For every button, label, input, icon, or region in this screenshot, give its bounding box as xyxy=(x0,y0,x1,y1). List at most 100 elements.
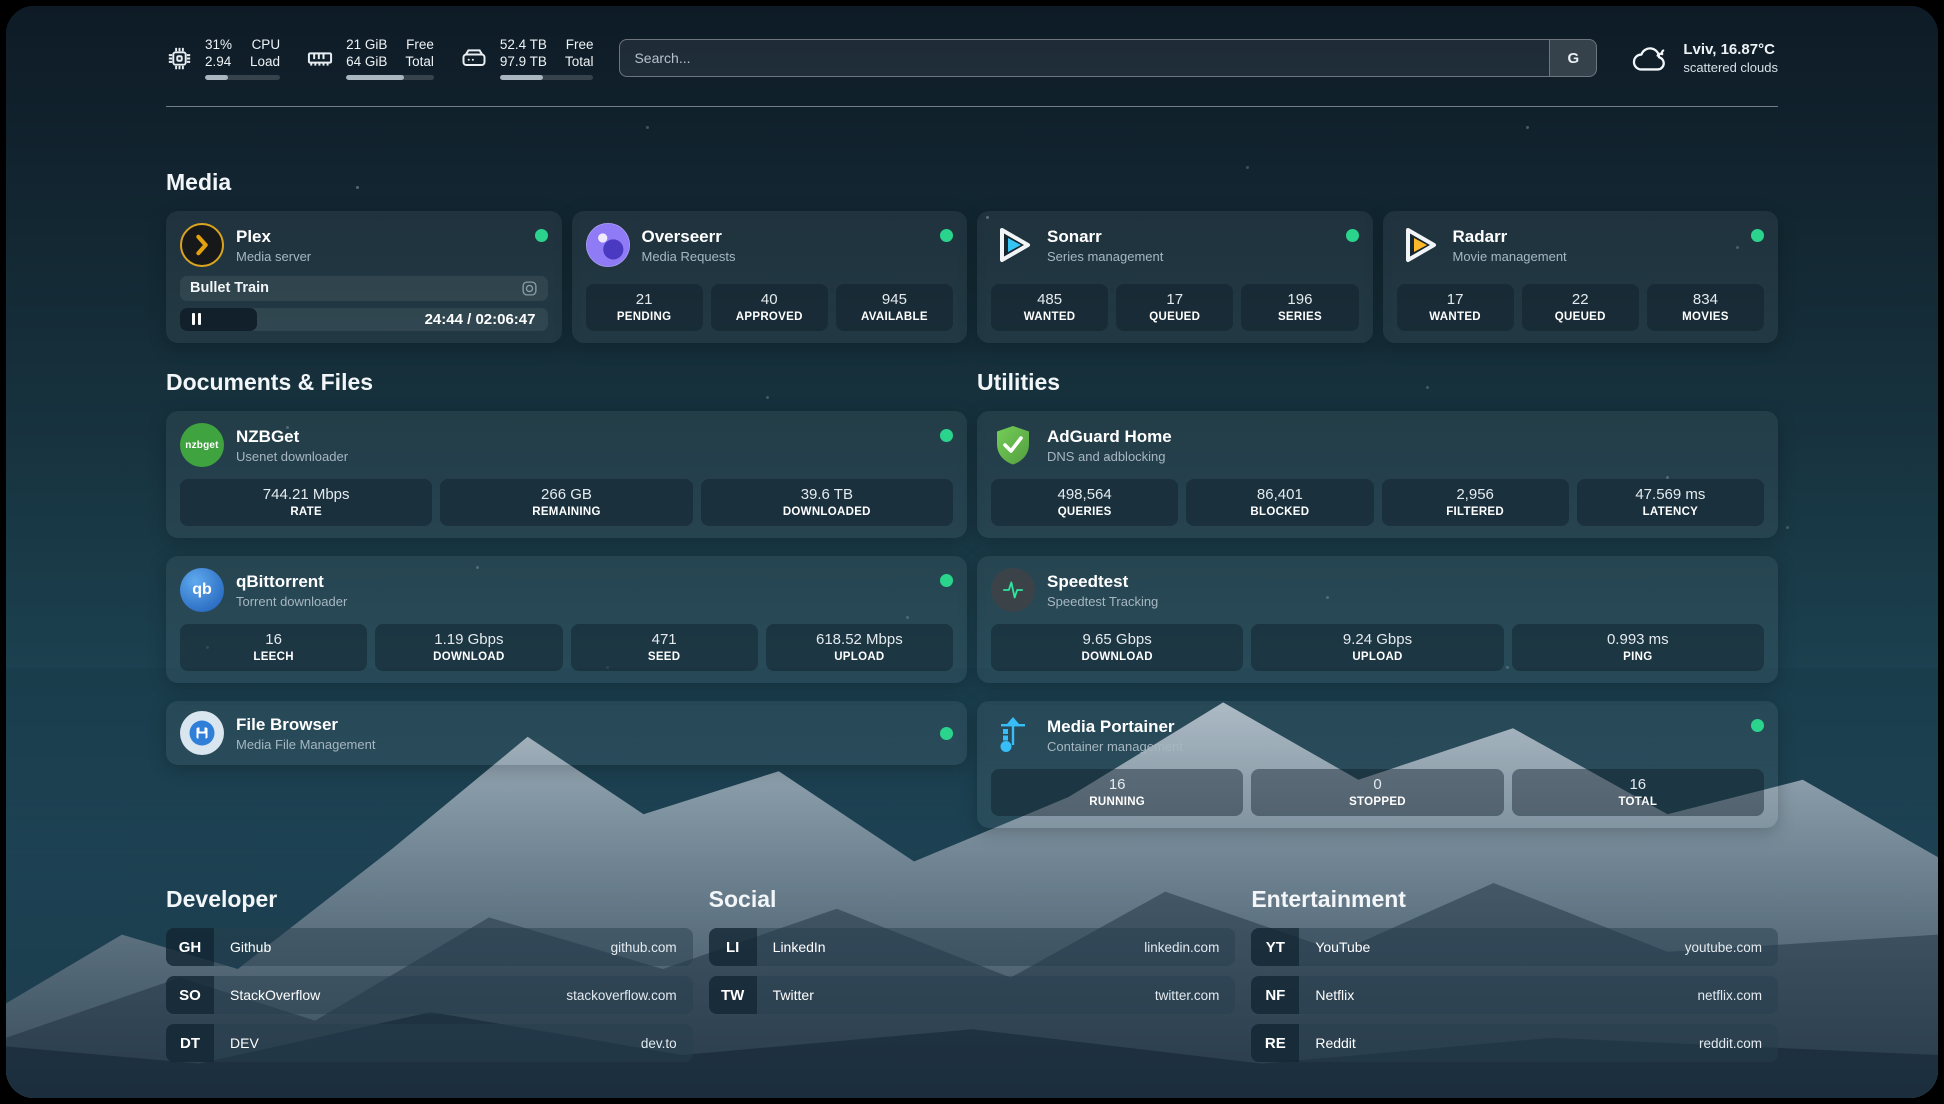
link-url: netflix.com xyxy=(1697,988,1778,1003)
disk-free: 52.4 TB xyxy=(500,36,547,53)
stat-label: SEED xyxy=(577,651,752,663)
stat-value: 0 xyxy=(1257,776,1497,794)
stat-label: APPROVED xyxy=(717,311,822,323)
app-name: Speedtest xyxy=(1047,572,1158,592)
card-overseerr[interactable]: Overseerr Media Requests 21 PENDING xyxy=(572,211,968,343)
link-name: YouTube xyxy=(1299,939,1370,955)
cpu-label-2: Load xyxy=(250,53,280,70)
card-sonarr[interactable]: Sonarr Series management 485 WANTED xyxy=(977,211,1373,343)
stat-box: 834 MOVIES xyxy=(1647,284,1764,331)
link-abbr: GH xyxy=(166,928,214,966)
link-reddit[interactable]: RE Reddit reddit.com xyxy=(1251,1024,1778,1062)
disk-progress-bar xyxy=(500,75,594,80)
link-abbr: NF xyxy=(1251,976,1299,1014)
card-nzbget[interactable]: nzbget NZBGet Usenet downloader 744.21 M… xyxy=(166,411,967,538)
pause-button[interactable] xyxy=(180,308,257,331)
section-documents: Documents & Files nzbget NZBGet Usenet d… xyxy=(166,369,967,783)
stat-value: 47.569 ms xyxy=(1583,486,1758,504)
app-subtitle: Movie management xyxy=(1453,249,1567,264)
card-speedtest[interactable]: Speedtest Speedtest Tracking 9.65 Gbps D… xyxy=(977,556,1778,683)
stat-box: 9.24 Gbps UPLOAD xyxy=(1251,624,1503,671)
section-title-utilities: Utilities xyxy=(977,369,1778,396)
stat-label: QUEUED xyxy=(1122,311,1227,323)
stat-value: 17 xyxy=(1122,291,1227,309)
link-stackoverflow[interactable]: SO StackOverflow stackoverflow.com xyxy=(166,976,693,1014)
status-dot-online xyxy=(1751,229,1764,242)
stat-label: QUERIES xyxy=(997,506,1172,518)
stat-value: 2,956 xyxy=(1388,486,1563,504)
link-linkedin[interactable]: LI LinkedIn linkedin.com xyxy=(709,928,1236,966)
stat-label: DOWNLOAD xyxy=(997,651,1237,663)
stat-label: QUEUED xyxy=(1528,311,1633,323)
stat-label: LATENCY xyxy=(1583,506,1758,518)
stat-box: 471 SEED xyxy=(571,624,758,671)
link-abbr: YT xyxy=(1251,928,1299,966)
section-title-developer: Developer xyxy=(166,886,693,913)
stat-label: DOWNLOADED xyxy=(707,506,947,518)
app-subtitle: Media File Management xyxy=(236,737,375,752)
stat-box: 86,401 BLOCKED xyxy=(1186,479,1373,526)
stat-value: 0.993 ms xyxy=(1518,631,1758,649)
stat-label: STOPPED xyxy=(1257,796,1497,808)
card-portainer[interactable]: Media Portainer Container management 16 … xyxy=(977,701,1778,828)
card-radarr[interactable]: Radarr Movie management 17 WANTED 2 xyxy=(1383,211,1779,343)
stat-box: 9.65 Gbps DOWNLOAD xyxy=(991,624,1243,671)
app-subtitle: DNS and adblocking xyxy=(1047,449,1172,464)
cpu-load-value: 2.94 xyxy=(205,53,232,70)
google-search-button[interactable]: G xyxy=(1549,40,1596,76)
link-url: twitter.com xyxy=(1155,988,1236,1003)
adguard-icon xyxy=(991,423,1035,467)
link-name: StackOverflow xyxy=(214,987,320,1003)
stat-value: 17 xyxy=(1403,291,1508,309)
search-input[interactable] xyxy=(620,40,1549,76)
link-twitter[interactable]: TW Twitter twitter.com xyxy=(709,976,1236,1014)
link-dev[interactable]: DT DEV dev.to xyxy=(166,1024,693,1062)
weather-condition: scattered clouds xyxy=(1683,60,1778,75)
stat-box: 196 SERIES xyxy=(1241,284,1358,331)
card-adguard[interactable]: AdGuard Home DNS and adblocking 498,564 … xyxy=(977,411,1778,538)
link-youtube[interactable]: YT YouTube youtube.com xyxy=(1251,928,1778,966)
disk-total: 97.9 TB xyxy=(500,53,547,70)
app-subtitle: Media server xyxy=(236,249,311,264)
section-title-entertainment: Entertainment xyxy=(1251,886,1778,913)
header: 31% 2.94 CPU Load xyxy=(166,6,1778,80)
section-title-social: Social xyxy=(709,886,1236,913)
memory-stat: 21 GiB 64 GiB Free Total xyxy=(306,36,434,80)
link-url: reddit.com xyxy=(1699,1036,1778,1051)
stat-box: 0 STOPPED xyxy=(1251,769,1503,816)
stat-value: 266 GB xyxy=(446,486,686,504)
now-playing-title: Bullet Train xyxy=(190,280,269,296)
status-dot-online xyxy=(940,429,953,442)
app-name: Overseerr xyxy=(642,227,736,247)
card-plex[interactable]: Plex Media server Bullet Train xyxy=(166,211,562,343)
card-filebrowser[interactable]: File Browser Media File Management xyxy=(166,701,967,765)
link-abbr: DT xyxy=(166,1024,214,1062)
stat-label: AVAILABLE xyxy=(842,311,947,323)
stat-value: 485 xyxy=(997,291,1102,309)
stat-box: 485 WANTED xyxy=(991,284,1108,331)
stat-label: PING xyxy=(1518,651,1758,663)
stat-box: 21 PENDING xyxy=(586,284,703,331)
filebrowser-icon xyxy=(180,711,224,755)
link-netflix[interactable]: NF Netflix netflix.com xyxy=(1251,976,1778,1014)
card-qbittorrent[interactable]: qb qBittorrent Torrent downloader 16 xyxy=(166,556,967,683)
stat-label: BLOCKED xyxy=(1192,506,1367,518)
memory-label-1: Free xyxy=(405,36,434,53)
weather-location-temp: Lviv, 16.87°C xyxy=(1683,41,1778,58)
system-stats: 31% 2.94 CPU Load xyxy=(166,36,593,80)
app-subtitle: Media Requests xyxy=(642,249,736,264)
link-name: Reddit xyxy=(1299,1035,1355,1051)
app-name: Sonarr xyxy=(1047,227,1163,247)
portainer-icon xyxy=(991,713,1035,757)
link-github[interactable]: GH Github github.com xyxy=(166,928,693,966)
stat-box: 16 LEECH xyxy=(180,624,367,671)
link-url: linkedin.com xyxy=(1144,940,1235,955)
weather-widget[interactable]: Lviv, 16.87°C scattered clouds xyxy=(1629,41,1778,75)
pause-icon xyxy=(192,313,201,325)
app-subtitle: Container management xyxy=(1047,739,1183,754)
stat-box: 618.52 Mbps UPLOAD xyxy=(766,624,953,671)
sonarr-icon xyxy=(991,223,1035,267)
stat-label: RATE xyxy=(186,506,426,518)
link-abbr: RE xyxy=(1251,1024,1299,1062)
stat-label: REMAINING xyxy=(446,506,686,518)
